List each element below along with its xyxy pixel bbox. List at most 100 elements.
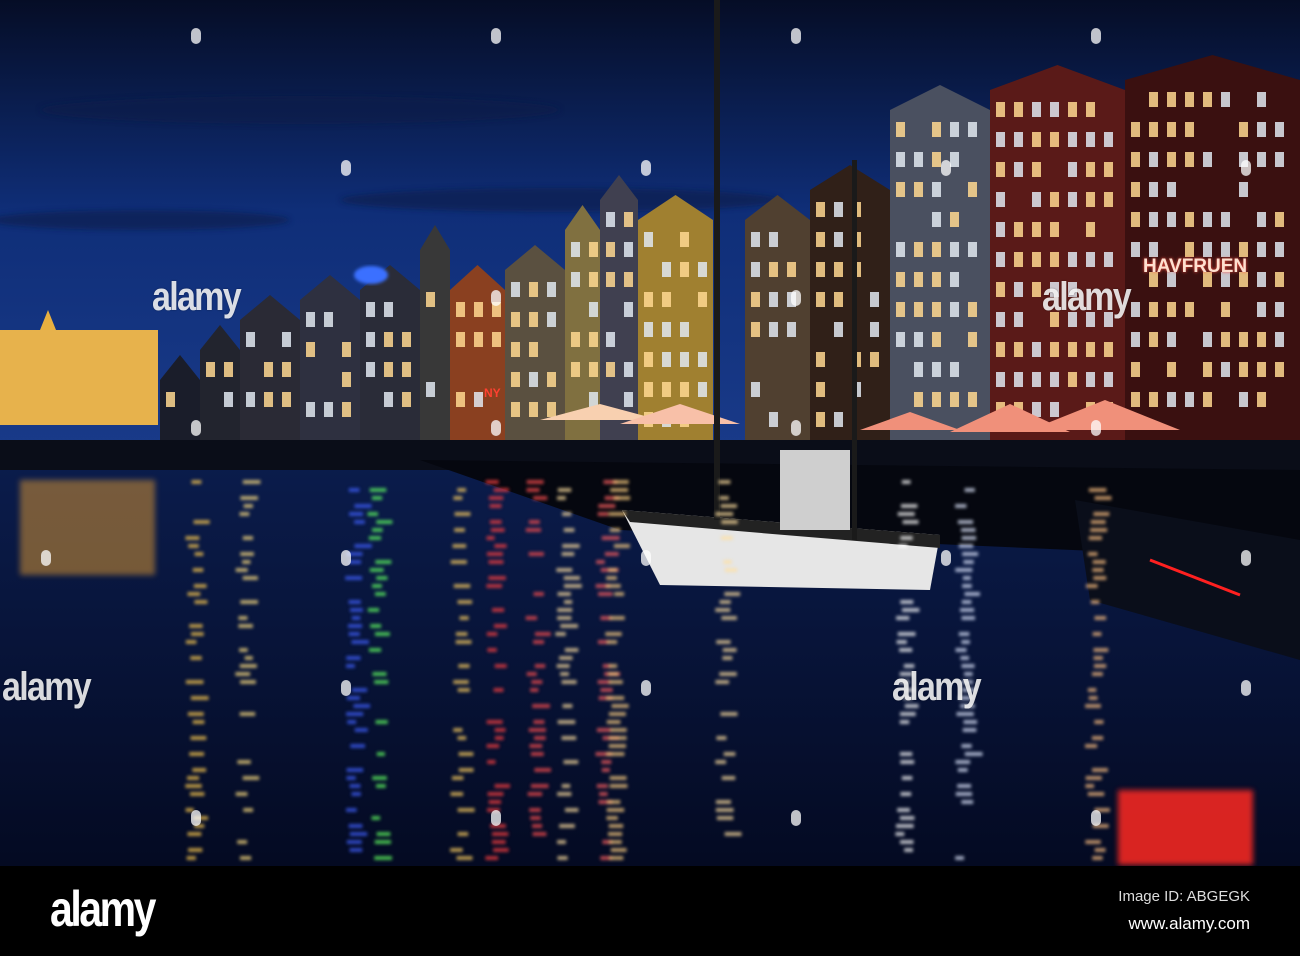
reflection-streak — [1094, 656, 1103, 660]
window — [1068, 372, 1077, 387]
reflection-streak — [494, 488, 509, 492]
watermark-dot — [491, 420, 501, 436]
window — [1167, 392, 1176, 407]
window — [1239, 362, 1248, 377]
window — [426, 292, 435, 307]
reflection-streak — [557, 608, 572, 612]
window — [769, 292, 778, 307]
window — [1203, 332, 1212, 347]
reflection-streak — [489, 496, 503, 500]
window — [511, 402, 520, 417]
reflection-streak — [492, 832, 508, 836]
window — [1086, 102, 1095, 117]
window — [932, 182, 941, 197]
window — [769, 232, 778, 247]
reflection-streak — [720, 600, 731, 604]
reflection-streak — [347, 720, 356, 724]
window — [1050, 132, 1059, 147]
window — [914, 302, 923, 317]
reflection-streak — [377, 832, 391, 836]
window — [402, 392, 411, 407]
reflection-streak — [239, 648, 248, 652]
reflection-streak — [715, 680, 729, 684]
reflection-streak — [955, 856, 964, 860]
watermark-dot — [1241, 680, 1251, 696]
reflection-streak — [529, 728, 546, 732]
reflection-streak — [609, 736, 627, 740]
window — [1086, 372, 1095, 387]
window — [950, 392, 959, 407]
reflection-streak — [598, 592, 612, 596]
reflection-streak — [191, 696, 209, 700]
havfruen-reflection — [1118, 790, 1253, 865]
reflection-streak — [558, 488, 571, 492]
reflection-streak — [955, 760, 970, 764]
reflection-streak — [494, 544, 506, 548]
window — [996, 342, 1005, 357]
window — [1239, 182, 1248, 197]
window — [1050, 402, 1059, 417]
watermark-dot — [791, 810, 801, 826]
reflection-streak — [187, 776, 199, 780]
reflection-streak — [194, 520, 210, 524]
reflection-streak — [533, 832, 547, 836]
reflection-streak — [485, 856, 498, 860]
reflection-streak — [1086, 776, 1102, 780]
reflection-streak — [458, 736, 467, 740]
reflection-streak — [614, 496, 630, 500]
window — [1032, 162, 1041, 177]
window — [662, 292, 671, 307]
reflection-streak — [562, 552, 575, 556]
window — [282, 332, 291, 347]
reflection-streak — [190, 736, 206, 740]
reflection-streak — [185, 536, 199, 540]
reflection-streak — [904, 848, 913, 852]
reflection-streak — [722, 656, 732, 660]
reflection-streak — [346, 808, 357, 812]
site-url[interactable]: www.alamy.com — [1128, 914, 1250, 934]
watermark-1: alamy — [152, 275, 240, 320]
window — [816, 292, 825, 307]
reflection-streak — [721, 616, 737, 620]
window — [547, 402, 556, 417]
reflection-streak — [560, 624, 578, 628]
reflection-streak — [719, 480, 731, 484]
reflection-streak — [1095, 616, 1107, 620]
reflection-streak — [901, 504, 917, 508]
reflection-streak — [240, 512, 250, 516]
reflection-streak — [557, 840, 566, 844]
reflection-streak — [243, 576, 258, 580]
watermark-dot — [641, 550, 651, 566]
reflection-streak — [347, 840, 362, 844]
reflection-streak — [956, 648, 967, 652]
reflection-streak — [189, 624, 202, 628]
reflection-streak — [375, 840, 391, 844]
window — [456, 302, 465, 317]
watermark-dot — [791, 420, 801, 436]
reflection-streak — [533, 640, 544, 644]
reflection-streak — [355, 728, 368, 732]
reflection-streak — [1095, 496, 1112, 500]
building — [745, 195, 810, 440]
reflection-streak — [962, 552, 978, 556]
building — [890, 85, 990, 440]
window — [1167, 302, 1176, 317]
reflection-streak — [374, 680, 388, 684]
reflection-streak — [376, 784, 386, 788]
reflection-streak — [1091, 600, 1100, 604]
reflection-streak — [530, 688, 538, 692]
reflection-streak — [900, 712, 916, 716]
window — [624, 272, 633, 287]
window — [366, 332, 375, 347]
window — [1257, 212, 1266, 227]
window — [1086, 222, 1095, 237]
window — [547, 282, 556, 297]
reflection-streak — [608, 568, 617, 572]
reflection-streak — [450, 848, 463, 852]
window — [1086, 132, 1095, 147]
window — [1032, 372, 1041, 387]
reflection-streak — [370, 488, 387, 492]
window — [1032, 132, 1041, 147]
reflection-streak — [526, 616, 537, 620]
window — [1257, 302, 1266, 317]
